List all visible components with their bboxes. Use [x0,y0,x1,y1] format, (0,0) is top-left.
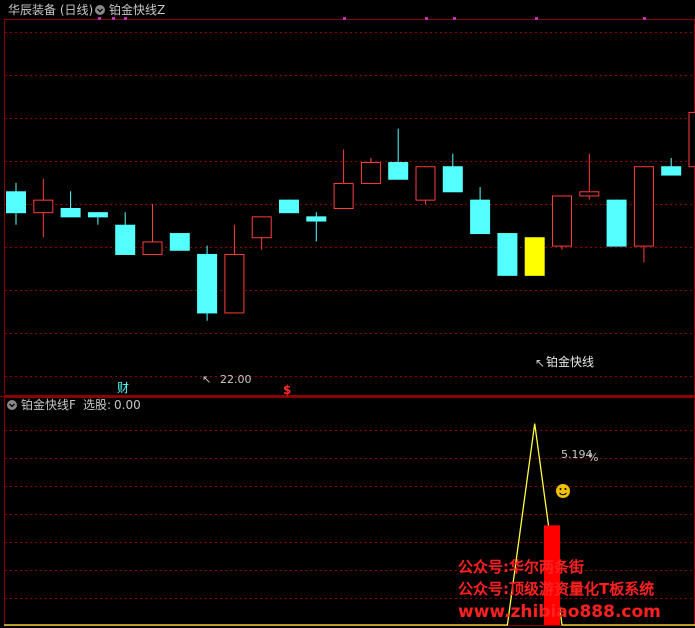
smiley-icon [556,484,570,498]
candle-body[interactable] [415,166,436,201]
candle-body[interactable] [279,199,299,214]
select-value: 0.00 [114,398,141,412]
signal-dot [98,17,101,20]
dollar-marker[interactable]: $ [283,383,291,397]
signal-dot [112,17,115,20]
candle-body[interactable] [470,199,491,235]
select-label: 选股: [83,398,111,412]
candle-body[interactable] [306,216,327,222]
candle-body[interactable] [6,191,26,214]
arrow-up-left-icon: ↖ [202,373,211,386]
candle-body[interactable] [552,195,572,247]
signal-label: 铂金快线 [546,354,594,369]
candle-body[interactable] [197,253,218,314]
candle-body[interactable] [688,111,695,168]
watermark-line1: 公众号:华尔两条街 [458,558,584,576]
candle-body[interactable] [169,233,190,251]
candle-body[interactable] [60,208,81,218]
candle-body[interactable] [87,212,108,218]
chevron-down-circle-icon[interactable] [95,5,105,15]
candle-body[interactable] [524,237,545,276]
stock-chart: 华辰装备 (日线) 铂金快线Z ↖ 22.00 ↖ 铂金快线 财 $ 铂金快线F… [0,2,695,626]
candle-body[interactable] [115,224,136,255]
signal-dot [425,17,428,20]
candle-body[interactable] [224,253,245,314]
candles[interactable] [6,111,695,321]
signal-dot [453,17,456,20]
candle-body[interactable] [579,191,600,197]
candle-body[interactable] [142,241,163,255]
indicator-name-upper: 铂金快线Z [109,2,165,17]
candle-body[interactable] [33,199,54,214]
candle-body[interactable] [388,162,409,180]
candle-body[interactable] [661,166,682,176]
candle-body[interactable] [497,233,518,276]
percent-sign: % [588,451,598,464]
watermark-line2: 公众号:顶级游资量化T板系统 [458,580,654,598]
signal-dot [343,17,346,20]
arrow-up-left-icon: ↖ [535,356,545,370]
stock-title: 华辰装备 (日线) [8,3,93,17]
finance-marker[interactable]: 财 [117,381,129,395]
candle-body[interactable] [606,199,627,247]
signal-dot [643,17,646,20]
candle-body[interactable] [633,166,654,247]
candle-body[interactable] [360,162,381,184]
indicator-name-lower: 铂金快线F [21,397,76,412]
candle-body[interactable] [442,166,463,193]
grid-lines [5,32,694,599]
low-price-annotation: 22.00 [220,373,252,386]
candle-body[interactable] [251,216,272,239]
chevron-down-circle-icon[interactable] [7,400,17,410]
watermark-line3: www.zhibiao888.com [458,602,661,622]
candle-body[interactable] [333,182,354,209]
signal-dot [535,17,538,20]
signal-dot [124,17,127,20]
